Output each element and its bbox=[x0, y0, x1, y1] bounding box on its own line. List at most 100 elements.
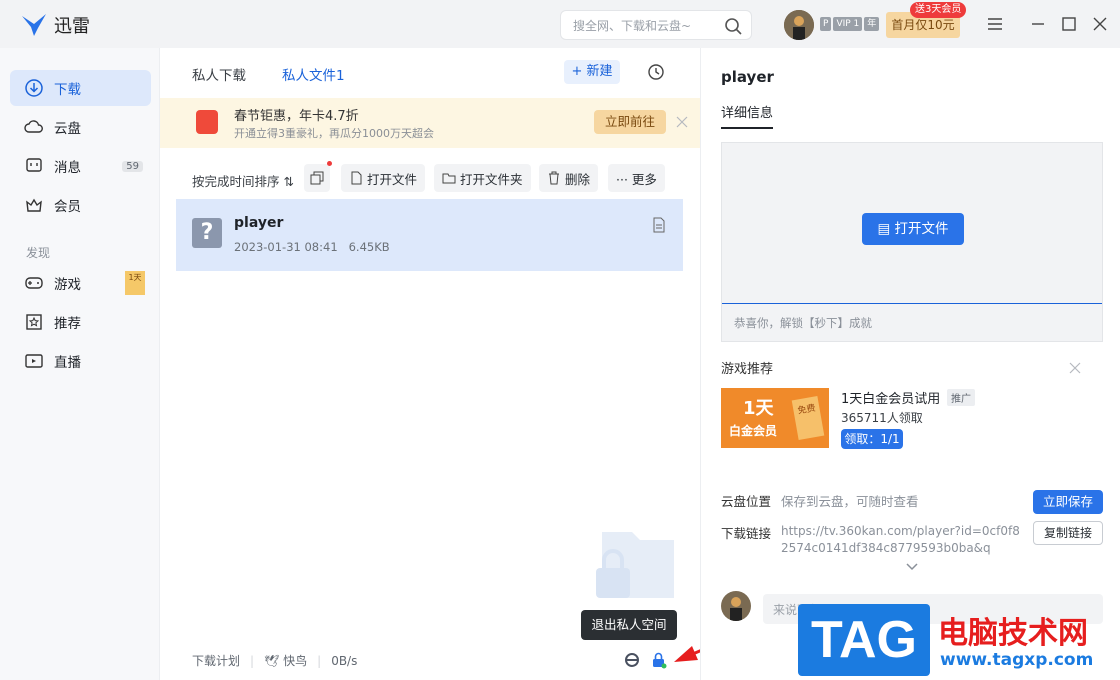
close-icon[interactable] bbox=[1090, 14, 1110, 34]
unknown-file-icon: ? bbox=[192, 218, 222, 248]
vip-year: 年 bbox=[864, 17, 880, 31]
detail-title: player bbox=[721, 68, 774, 86]
multiselect-icon bbox=[310, 171, 324, 185]
cloud-location-value: 保存到云盘，可随时查看 bbox=[781, 494, 919, 509]
sidebar-label: 直播 bbox=[54, 355, 81, 371]
open-folder-button[interactable]: 打开文件夹 bbox=[434, 164, 531, 192]
avatar[interactable] bbox=[784, 10, 814, 40]
kuainiao-link[interactable]: 🕊 快鸟 bbox=[264, 652, 307, 669]
open-file-button[interactable]: 打开文件 bbox=[341, 164, 426, 192]
star-icon bbox=[26, 314, 42, 330]
expand-chevron-icon[interactable] bbox=[905, 562, 919, 572]
file-icon bbox=[351, 171, 362, 185]
search-input[interactable]: 搜全网、下载和云盘~ bbox=[560, 10, 752, 40]
browser-icon[interactable] bbox=[624, 652, 640, 668]
sidebar-label: 云盘 bbox=[54, 121, 81, 137]
gift-icon bbox=[196, 110, 218, 134]
download-link-value[interactable]: https://tv.360kan.com/player?id=0cf0f825… bbox=[781, 523, 1021, 557]
open-folder-label: 打开文件夹 bbox=[460, 171, 523, 187]
search-placeholder: 搜全网、下载和云盘~ bbox=[573, 19, 692, 33]
promo-tag: 送3天会员 bbox=[910, 2, 967, 18]
gamepad-icon bbox=[25, 277, 43, 289]
delete-label: 删除 bbox=[565, 171, 591, 187]
download-link-label: 下载链接 bbox=[721, 526, 772, 541]
minimize-icon[interactable] bbox=[1028, 14, 1048, 34]
sidebar-item-games[interactable]: 游戏 1天 bbox=[10, 265, 151, 301]
kuainiao-label: 快鸟 bbox=[283, 654, 308, 668]
copy-link-button[interactable]: 复制链接 bbox=[1033, 521, 1103, 545]
file-date: 2023-01-31 08:41 bbox=[234, 240, 338, 254]
sidebar-label: 消息 bbox=[54, 160, 81, 176]
tab-private-files[interactable]: 私人文件1 bbox=[282, 64, 345, 84]
search-icon[interactable] bbox=[723, 16, 743, 36]
claim-button[interactable]: 领取：1/1 bbox=[841, 429, 903, 449]
download-speed: 0B/s bbox=[331, 653, 358, 668]
vip-p: P bbox=[820, 17, 832, 31]
tab-details[interactable]: 详细信息 bbox=[721, 102, 774, 129]
new-button[interactable]: + 新建 bbox=[564, 60, 620, 84]
download-icon bbox=[25, 79, 43, 97]
sort-dropdown[interactable]: 按完成时间排序 ⇅ bbox=[192, 171, 294, 190]
empty-folder-illustration bbox=[596, 532, 674, 598]
title-bar: 迅雷 搜全网、下载和云盘~ P VIP 1 年 首月仅10元 送3天会员 bbox=[0, 0, 1120, 48]
comment-avatar bbox=[721, 591, 751, 621]
folder-icon bbox=[442, 173, 456, 184]
watermark-tag: TAG bbox=[798, 604, 930, 676]
open-file-main-button[interactable]: ▤ 打开文件 bbox=[862, 213, 964, 245]
status-bar: 下载计划 | 🕊 快鸟 | 0B/s bbox=[192, 652, 358, 669]
thumb-text-vip: 白金会员 bbox=[729, 424, 778, 438]
preview-area: ▤ 打开文件 恭喜你，解锁【秒下】成就 bbox=[721, 142, 1103, 342]
crown-icon bbox=[26, 198, 42, 212]
sidebar-item-cloud[interactable]: 云盘 bbox=[10, 109, 151, 145]
thumb-text-free: 免费 bbox=[791, 396, 825, 440]
sidebar-label: 游戏 bbox=[54, 277, 81, 293]
save-now-button[interactable]: 立即保存 bbox=[1033, 490, 1103, 514]
more-button[interactable]: ··· 更多 bbox=[608, 164, 665, 192]
game-close-icon[interactable] bbox=[1069, 362, 1081, 374]
game-badge: 1天 bbox=[125, 271, 145, 295]
message-icon bbox=[26, 158, 42, 172]
center-panel: 私人下载 私人文件1 + 新建 春节钜惠，年卡4.7折 开通立得3重豪礼，再瓜分… bbox=[160, 48, 700, 680]
menu-icon[interactable] bbox=[985, 14, 1005, 34]
discover-section-label: 发现 bbox=[26, 246, 51, 260]
maximize-icon[interactable] bbox=[1059, 14, 1079, 34]
delete-button[interactable]: 删除 bbox=[539, 164, 599, 192]
multi-select-button[interactable] bbox=[304, 164, 330, 192]
sidebar-item-vip[interactable]: 会员 bbox=[10, 187, 151, 223]
watermark-cn: 电脑技术网 bbox=[938, 616, 1088, 651]
sidebar-item-download[interactable]: 下载 bbox=[10, 70, 151, 106]
file-row[interactable]: ? player 2023-01-31 08:41 6.45KB bbox=[176, 199, 683, 271]
cloud-icon bbox=[24, 120, 43, 133]
sidebar-label: 会员 bbox=[54, 199, 81, 215]
download-plan-link[interactable]: 下载计划 bbox=[192, 652, 240, 669]
file-detail-icon[interactable] bbox=[652, 217, 666, 233]
sidebar: 下载 云盘 消息 59 会员 发现 游戏 1天 推荐 直播 bbox=[0, 48, 160, 680]
sort-label: 按完成时间排序 bbox=[192, 174, 280, 189]
open-file-main-label: 打开文件 bbox=[894, 221, 949, 237]
more-label: ··· 更多 bbox=[616, 171, 657, 187]
xunlei-logo-icon bbox=[22, 14, 46, 36]
app-name: 迅雷 bbox=[54, 16, 90, 37]
sidebar-item-messages[interactable]: 消息 59 bbox=[10, 148, 151, 184]
game-name: 1天白金会员试用 bbox=[841, 392, 941, 407]
banner-close-icon[interactable] bbox=[676, 116, 688, 128]
sidebar-label: 下载 bbox=[54, 82, 81, 98]
open-file-label: 打开文件 bbox=[367, 171, 418, 187]
thumb-text-day: 1天 bbox=[743, 398, 774, 419]
tab-private-download[interactable]: 私人下载 bbox=[192, 64, 246, 84]
sidebar-item-live[interactable]: 直播 bbox=[10, 343, 151, 379]
detail-panel: player 详细信息 ▤ 打开文件 恭喜你，解锁【秒下】成就 游戏推荐 1天 … bbox=[700, 48, 1120, 680]
history-icon[interactable] bbox=[646, 62, 666, 82]
banner-go-button[interactable]: 立即前往 bbox=[594, 110, 666, 134]
game-thumbnail[interactable]: 1天 白金会员 免费 bbox=[721, 388, 829, 448]
lock-icon[interactable] bbox=[650, 651, 668, 669]
banner-title: 春节钜惠，年卡4.7折 bbox=[234, 109, 359, 124]
ad-tag: 推广 bbox=[947, 389, 975, 406]
promo-banner: 春节钜惠，年卡4.7折 开通立得3重豪礼，再瓜分1000万天超会 立即前往 bbox=[160, 98, 700, 148]
sort-icon: ⇅ bbox=[283, 174, 294, 189]
site-watermark: TAG 电脑技术网 www.tagxp.com bbox=[790, 600, 1120, 680]
sidebar-item-recommend[interactable]: 推荐 bbox=[10, 304, 151, 340]
banner-subtitle: 开通立得3重豪礼，再瓜分1000万天超会 bbox=[234, 127, 434, 140]
exit-private-tooltip: 退出私人空间 bbox=[581, 610, 677, 640]
document-icon: ▤ bbox=[877, 221, 891, 237]
